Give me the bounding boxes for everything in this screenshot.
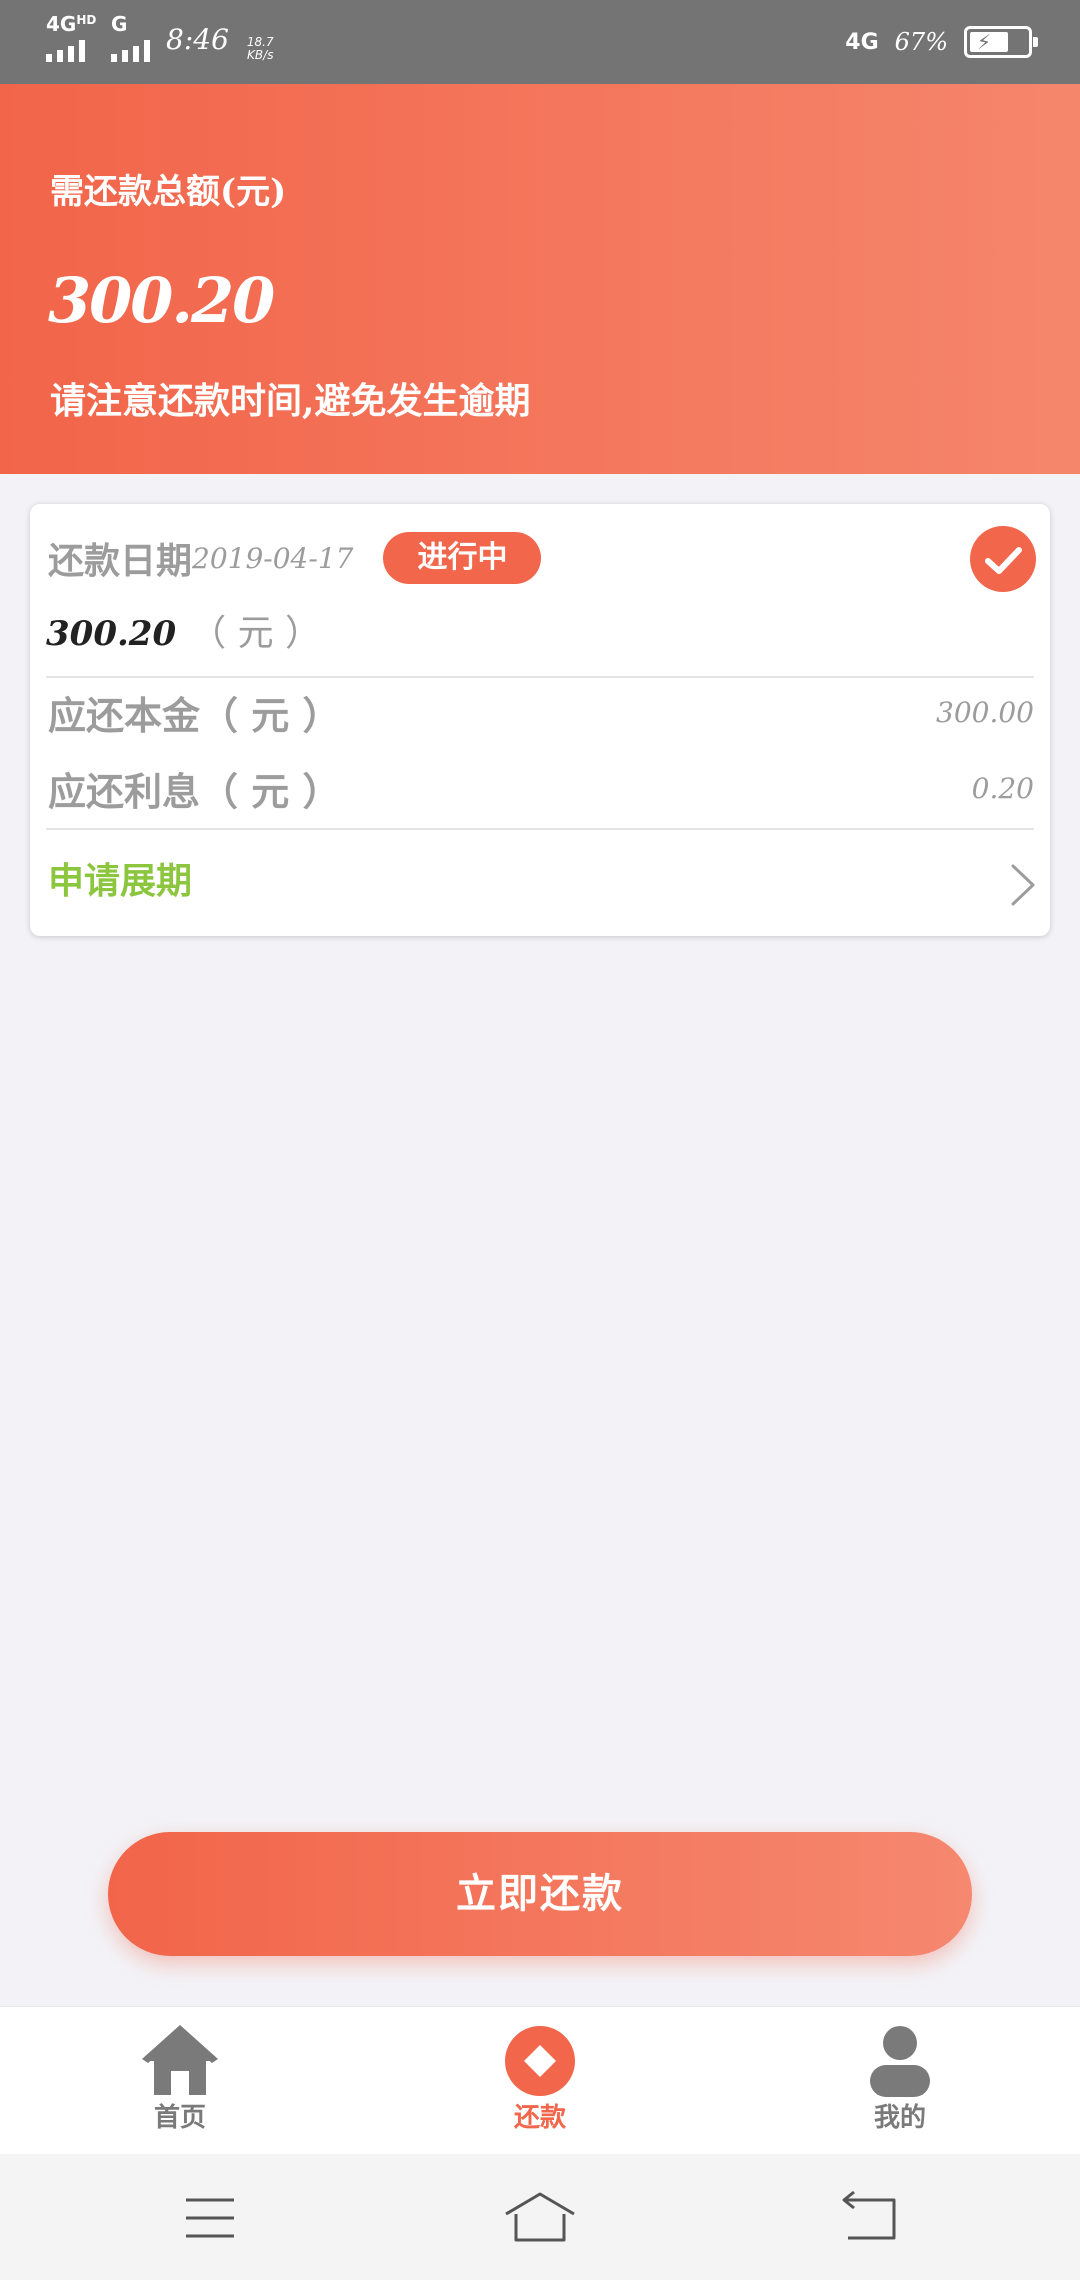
total-due-title: 需还款总额(元) (50, 172, 287, 212)
due-date-row: 还款日期 2019-04-17 进行中 (48, 528, 542, 588)
divider (46, 828, 1034, 830)
network-label-1-sup: HD (76, 13, 97, 27)
nav-repay[interactable]: 还款 (450, 2025, 630, 2145)
apply-extension-row[interactable]: 申请展期 (48, 848, 1036, 908)
interest-row: 应还利息（ 元 ） 0.20 (48, 760, 1034, 816)
due-date-value: 2019-04-17 (192, 541, 354, 575)
network-speed: 18.7 KB/s (247, 36, 274, 62)
status-left: 4GHD G 8:46 18.7 KB/s (46, 14, 274, 62)
network-label-right: 4G (845, 29, 879, 55)
menu-icon[interactable] (170, 2190, 250, 2246)
system-home-icon[interactable] (500, 2190, 580, 2246)
nav-home-label: 首页 (153, 2103, 206, 2133)
repay-now-button[interactable]: 立即还款 (108, 1832, 972, 1956)
principal-value: 300.00 (936, 695, 1034, 729)
apply-extension-label: 申请展期 (48, 860, 193, 902)
signal-2-icon: G (111, 14, 150, 62)
repay-icon (500, 2025, 580, 2097)
battery-percent: 67% (894, 28, 948, 56)
status-badge: 进行中 (383, 532, 542, 584)
principal-row: 应还本金（ 元 ） 300.00 (48, 684, 1034, 740)
total-due-amount: 300.20 (48, 264, 275, 337)
chevron-right-icon (1011, 864, 1035, 906)
due-unit: （ 元 ） (190, 613, 322, 654)
network-label-1: 4G (46, 12, 77, 36)
network-speed-unit: KB/s (247, 48, 274, 62)
profile-icon (860, 2025, 940, 2097)
nav-mine-label: 我的 (873, 2103, 926, 2133)
divider (46, 676, 1034, 678)
system-nav-bar (0, 2154, 1080, 2280)
charging-bolt-icon: ⚡ (977, 30, 992, 54)
due-amount: 300.20 (46, 614, 177, 654)
home-icon (140, 2025, 220, 2097)
status-right: 4G 67% ⚡ (845, 22, 1038, 62)
repayment-page: 4GHD G 8:46 18.7 KB/s 4G 67% ⚡ 需还款总额(元) … (0, 0, 1080, 2280)
nav-mine[interactable]: 我的 (810, 2025, 990, 2145)
nav-repay-label: 还款 (513, 2103, 566, 2133)
interest-value: 0.20 (971, 771, 1034, 805)
interest-label: 应还利息（ 元 ） (48, 768, 341, 814)
header-banner: 需还款总额(元) 300.20 请注意还款时间,避免发生逾期 (0, 84, 1080, 474)
check-icon[interactable] (970, 526, 1036, 592)
back-icon[interactable] (830, 2190, 910, 2246)
bottom-nav: 首页 还款 我的 (0, 2006, 1080, 2154)
nav-home[interactable]: 首页 (90, 2025, 270, 2145)
battery-icon: ⚡ (964, 26, 1038, 58)
network-label-2: G (111, 12, 128, 36)
overdue-notice: 请注意还款时间,避免发生逾期 (50, 380, 531, 422)
status-bar: 4GHD G 8:46 18.7 KB/s 4G 67% ⚡ (0, 0, 1080, 84)
due-date-label: 还款日期 (48, 540, 193, 582)
signal-1-icon: 4GHD (46, 14, 96, 62)
repayment-card: 还款日期 2019-04-17 进行中 300.20 （ 元 ） 应还本金（ 元… (30, 504, 1050, 936)
due-amount-row: 300.20 （ 元 ） (46, 604, 321, 656)
clock: 8:46 (166, 23, 229, 56)
principal-label: 应还本金（ 元 ） (48, 692, 341, 738)
